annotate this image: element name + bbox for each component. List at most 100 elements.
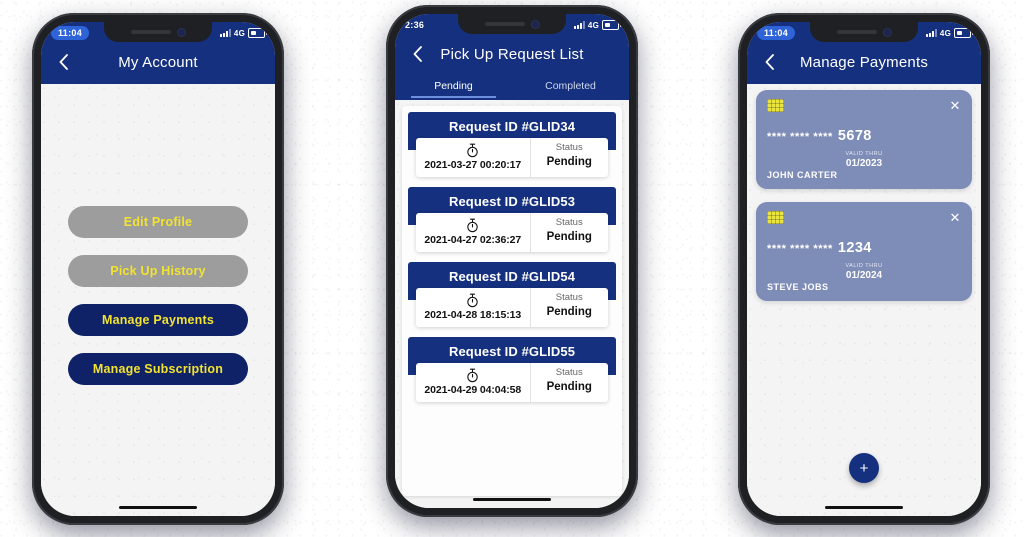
app-bar: Pick Up Request List (395, 36, 629, 76)
card-holder-name: JOHN CARTER (767, 170, 838, 180)
card-number: **** **** **** 1234 (767, 240, 872, 256)
screen-manage-payments: 11:04 4G Manage Payments ✕ **** **** **** 567… (747, 22, 981, 516)
request-status-column: Status Pending (531, 213, 608, 252)
battery-icon (248, 28, 267, 38)
network-type-label: 4G (587, 20, 599, 30)
app-bar: My Account (41, 44, 275, 84)
valid-thru-value: 01/2023 (845, 158, 883, 169)
page-title: Pick Up Request List (440, 45, 584, 63)
phone-pick-up-request-list: 2:36 4G Pick Up Request List Pending Complet… (386, 5, 638, 517)
account-button-stack: Edit Profile Pick Up History Manage Paymen… (41, 206, 275, 385)
remove-card-button[interactable]: ✕ (948, 98, 962, 112)
remove-card-button[interactable]: ✕ (948, 210, 962, 224)
home-indicator (825, 506, 903, 509)
request-time-column: 2021-03-27 00:20:17 (416, 138, 531, 177)
front-camera-icon (532, 20, 539, 28)
signal-bars-icon (219, 29, 231, 37)
request-details: 2021-04-28 18:15:13 Status Pending (416, 288, 608, 327)
request-timestamp: 2021-04-29 04:04:58 (424, 384, 522, 396)
request-timestamp: 2021-04-28 18:15:13 (424, 309, 522, 321)
card-number-last4: 1234 (837, 240, 872, 256)
network-type-label: 4G (233, 28, 245, 38)
status-label: Status (555, 292, 583, 303)
speaker-grille-icon (131, 30, 171, 34)
payment-card-list: ✕ **** **** **** 5678 VALID THRU 01/2023 JOHN… (756, 90, 972, 314)
button-pick-up-history[interactable]: Pick Up History (68, 255, 248, 287)
request-status-column: Status Pending (531, 138, 608, 177)
payment-card[interactable]: ✕ **** **** **** 1234 VALID THRU 01/2024 STEV… (756, 202, 972, 301)
add-payment-button[interactable]: + (849, 453, 879, 483)
home-indicator (119, 506, 197, 509)
request-timestamp: 2021-04-27 02:36:27 (424, 234, 522, 246)
request-time-column: 2021-04-28 18:15:13 (416, 288, 531, 327)
tab-completed[interactable]: Completed (512, 76, 629, 98)
valid-thru-label: VALID THRU (845, 263, 883, 269)
request-details: 2021-04-29 04:04:58 Status Pending (416, 363, 608, 402)
speaker-grille-icon (485, 22, 525, 26)
phone-mockup-stage: 11:04 4G My Account Edit Profile Pick Up His… (0, 0, 1024, 537)
phone-notch (104, 22, 212, 42)
request-timestamp: 2021-03-27 00:20:17 (424, 159, 522, 171)
screen-pick-up-request-list: 2:36 4G Pick Up Request List Pending Complet… (395, 14, 629, 508)
card-holder-name: STEVE JOBS (767, 282, 829, 292)
tab-pending[interactable]: Pending (395, 76, 512, 98)
stopwatch-icon (422, 367, 524, 384)
status-label: Status (555, 367, 583, 378)
request-card[interactable]: Request ID #GLID53 2021-04-27 02:36:27 Sta… (408, 187, 616, 252)
status-time: 11:04 (757, 26, 796, 40)
signal-bars-icon (925, 29, 937, 37)
tab-bar: Pending Completed (395, 76, 629, 100)
request-details: 2021-03-27 00:20:17 Status Pending (416, 138, 608, 177)
status-value: Pending (546, 306, 592, 318)
phone-my-account: 11:04 4G My Account Edit Profile Pick Up His… (32, 13, 284, 525)
stopwatch-icon (422, 217, 524, 234)
front-camera-icon (884, 28, 891, 36)
payment-card[interactable]: ✕ **** **** **** 5678 VALID THRU 01/2023 JOHN… (756, 90, 972, 189)
battery-icon (602, 20, 621, 30)
status-indicators: 4G (573, 20, 621, 30)
phone-manage-payments: 11:04 4G Manage Payments ✕ **** **** **** 567… (738, 13, 990, 525)
request-list-panel[interactable]: Request ID #GLID34 2021-03-27 00:20:17 Sta… (402, 106, 622, 496)
phone-notch (810, 22, 918, 42)
request-card[interactable]: Request ID #GLID55 2021-04-29 04:04:58 Sta… (408, 337, 616, 402)
status-value: Pending (546, 381, 592, 393)
status-time: 2:36 (405, 20, 425, 30)
status-value: Pending (546, 231, 592, 243)
page-title: My Account (118, 53, 198, 71)
network-type-label: 4G (939, 28, 951, 38)
request-time-column: 2021-04-29 04:04:58 (416, 363, 531, 402)
front-camera-icon (178, 28, 185, 36)
account-body: Edit Profile Pick Up History Manage Paymen… (41, 84, 275, 516)
status-value: Pending (546, 156, 592, 168)
signal-bars-icon (573, 21, 585, 29)
request-card[interactable]: Request ID #GLID54 2021-04-28 18:15:13 Sta… (408, 262, 616, 327)
home-indicator (473, 498, 551, 501)
stopwatch-icon (422, 292, 524, 309)
page-title: Manage Payments (799, 53, 929, 71)
card-number-masked: **** **** **** (767, 243, 833, 255)
status-time: 11:04 (51, 26, 90, 40)
valid-thru-block: VALID THRU 01/2024 (756, 263, 972, 281)
card-number: **** **** **** 5678 (767, 128, 872, 144)
request-status-column: Status Pending (531, 363, 608, 402)
request-details: 2021-04-27 02:36:27 Status Pending (416, 213, 608, 252)
status-indicators: 4G (925, 28, 973, 38)
request-status-column: Status Pending (531, 288, 608, 327)
request-list-body: Request ID #GLID34 2021-03-27 00:20:17 Sta… (395, 100, 629, 508)
valid-thru-block: VALID THRU 01/2023 (756, 151, 972, 169)
valid-thru-value: 01/2024 (845, 270, 883, 281)
card-number-masked: **** **** **** (767, 131, 833, 143)
card-chip-icon (767, 211, 784, 224)
button-edit-profile[interactable]: Edit Profile (68, 206, 248, 238)
speaker-grille-icon (837, 30, 877, 34)
button-manage-subscription[interactable]: Manage Subscription (68, 353, 248, 385)
stopwatch-icon (422, 142, 524, 159)
card-number-last4: 5678 (837, 128, 872, 144)
button-manage-payments[interactable]: Manage Payments (68, 304, 248, 336)
request-card[interactable]: Request ID #GLID34 2021-03-27 00:20:17 Sta… (408, 112, 616, 177)
status-indicators: 4G (219, 28, 267, 38)
status-label: Status (555, 142, 583, 153)
screen-my-account: 11:04 4G My Account Edit Profile Pick Up His… (41, 22, 275, 516)
request-time-column: 2021-04-27 02:36:27 (416, 213, 531, 252)
payments-body: ✕ **** **** **** 5678 VALID THRU 01/2023 JOHN… (747, 84, 981, 516)
